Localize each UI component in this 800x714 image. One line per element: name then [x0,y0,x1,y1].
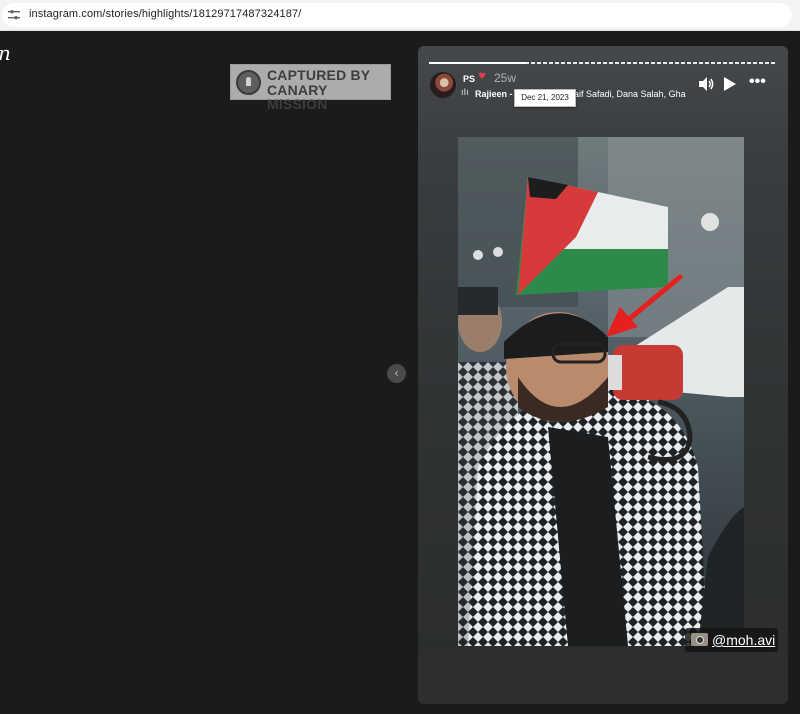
watermark-line-2: CANARY MISSION [267,82,328,112]
story-viewer[interactable]: PS ♥ 25w ıIı Rajieen - Saif Safadi, Dana… [418,46,788,704]
url-text[interactable]: instagram.com/stories/highlights/1812971… [29,8,301,20]
user-avatar[interactable] [430,72,456,98]
music-title[interactable]: Rajieen - [475,89,513,99]
photo-credit-handle[interactable]: @moh.avi [712,632,775,648]
more-icon[interactable]: ••• [749,74,769,90]
chevron-left-icon: ‹ [394,366,399,380]
photo-credit-tag[interactable]: @moh.avi [685,628,778,652]
canary-seal-icon [236,70,261,95]
story-progress-bar [429,62,775,64]
tune-icon[interactable] [8,10,20,20]
story-footer [418,652,788,704]
previous-story-button[interactable]: ‹ [387,364,406,383]
story-username[interactable]: PS [463,74,475,84]
browser-address-bar: instagram.com/stories/highlights/1812971… [0,0,800,31]
canary-mission-watermark: CAPTURED BY CANARY MISSION [230,64,391,111]
date-tooltip: Dec 21, 2023 [514,89,576,107]
audio-icon[interactable] [698,76,714,92]
stories-page: n CAPTURED BY CANARY MISSION ‹ PS ♥ 25w … [0,31,800,714]
story-photo [458,137,744,646]
story-progress-fill [429,62,526,64]
play-icon[interactable] [723,76,737,92]
story-timestamp[interactable]: 25w [494,71,516,85]
music-icon: ıIı [461,88,469,98]
watermark-line-1: CAPTURED BY [267,67,371,83]
instagram-logo-fragment[interactable]: n [0,41,11,65]
url-field[interactable]: instagram.com/stories/highlights/1812971… [2,3,792,27]
heart-icon: ♥ [478,72,487,82]
camera-icon [691,633,708,646]
music-artists[interactable]: Saif Safadi, Dana Salah, Gha [568,89,686,99]
